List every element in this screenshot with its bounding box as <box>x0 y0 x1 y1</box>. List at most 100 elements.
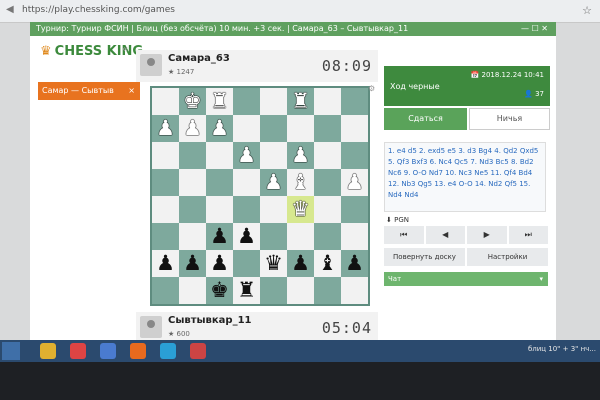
move-list[interactable]: 1. e4 d5 2. exd5 e5 3. d3 Bg4 4. Qd2 Qxd… <box>384 142 546 212</box>
board-square[interactable] <box>287 115 314 142</box>
board-square[interactable] <box>287 277 314 304</box>
bottom-player-name[interactable]: Сывтывкар_11 <box>168 315 252 326</box>
settings-button[interactable]: Настройки <box>467 248 548 266</box>
chat-toggle[interactable]: Чат ▾ <box>384 272 548 286</box>
chrome-icon[interactable] <box>70 343 86 359</box>
first-move-button[interactable]: ⏮ <box>384 226 424 244</box>
board-square[interactable] <box>341 88 368 115</box>
last-move-button[interactable]: ⏭ <box>508 226 548 244</box>
board-square[interactable] <box>233 196 260 223</box>
white-pawn-piece[interactable]: ♟ <box>341 169 368 196</box>
board-square[interactable] <box>341 223 368 250</box>
flip-board-button[interactable]: Повернуть доску <box>384 248 465 266</box>
board-square[interactable] <box>314 115 341 142</box>
board-square[interactable] <box>206 196 233 223</box>
white-pawn-piece[interactable]: ♟ <box>152 115 179 142</box>
black-pawn-piece[interactable]: ♟ <box>341 250 368 277</box>
black-rook-piece[interactable]: ♜ <box>233 277 260 304</box>
white-pawn-piece[interactable]: ♟ <box>233 142 260 169</box>
board-square[interactable] <box>314 196 341 223</box>
white-pawn-piece[interactable]: ♟ <box>260 169 287 196</box>
bookmark-star-icon[interactable]: ☆ <box>582 4 592 17</box>
white-pawn-piece[interactable]: ♟ <box>206 115 233 142</box>
offer-draw-button[interactable]: Ничья <box>469 108 550 130</box>
board-square[interactable] <box>314 277 341 304</box>
window-controls[interactable]: — ☐ ✕ <box>521 22 548 36</box>
board-square[interactable] <box>152 223 179 250</box>
file-explorer-icon[interactable] <box>40 343 56 359</box>
close-icon[interactable]: × <box>128 82 135 100</box>
board-square[interactable] <box>260 223 287 250</box>
board-square[interactable] <box>314 169 341 196</box>
board-square[interactable] <box>206 169 233 196</box>
white-pawn-piece[interactable]: ♟ <box>287 142 314 169</box>
browser-address-bar[interactable]: ◀ https://play.chessking.com/games ☆ <box>0 0 600 23</box>
board-square[interactable] <box>233 250 260 277</box>
avatar <box>140 316 162 338</box>
board-square[interactable] <box>233 88 260 115</box>
black-pawn-piece[interactable]: ♟ <box>206 223 233 250</box>
white-queen-piece[interactable]: ♛ <box>287 196 314 223</box>
active-game-tab[interactable]: Самар — Сывтыв × <box>38 82 140 100</box>
resign-button[interactable]: Сдаться <box>384 108 467 130</box>
skype-icon[interactable] <box>160 343 176 359</box>
board-square[interactable] <box>341 277 368 304</box>
firefox-icon[interactable] <box>130 343 146 359</box>
url-text[interactable]: https://play.chessking.com/games <box>22 5 175 15</box>
black-pawn-piece[interactable]: ♟ <box>287 250 314 277</box>
black-pawn-piece[interactable]: ♟ <box>206 250 233 277</box>
white-bishop-piece[interactable]: ♝ <box>287 169 314 196</box>
board-square[interactable] <box>152 169 179 196</box>
board-square[interactable] <box>179 169 206 196</box>
next-move-button[interactable]: ▶ <box>467 226 507 244</box>
black-queen-piece[interactable]: ♛ <box>260 250 287 277</box>
board-square[interactable] <box>314 142 341 169</box>
pgn-download[interactable]: ⬇ PGN <box>386 216 409 224</box>
black-bishop-piece[interactable]: ♝ <box>314 250 341 277</box>
board-square[interactable] <box>260 88 287 115</box>
app-icon[interactable] <box>100 343 116 359</box>
black-pawn-piece[interactable]: ♟ <box>233 223 260 250</box>
chess-app: ♛ CHESS KING « Самар — Сывтыв × Самара_63… <box>30 36 556 355</box>
chess-board[interactable]: ♚ ♜ ♜ ♟ ♟ ♟ ♟ ♟ ♟ ♝ ♟ ♛ ♟ ♟ ♟ ♟ ♟ ♛ ♟ ♝ ♟ ♚ ♜ <box>150 86 370 306</box>
board-square[interactable] <box>206 142 233 169</box>
chrome-window-icon[interactable] <box>190 343 206 359</box>
black-king-piece[interactable]: ♚ <box>206 277 233 304</box>
gear-icon[interactable]: ⚙ <box>368 84 375 93</box>
board-square[interactable] <box>314 88 341 115</box>
white-pawn-piece[interactable]: ♟ <box>179 115 206 142</box>
board-square[interactable] <box>260 142 287 169</box>
top-player-name[interactable]: Самара_63 <box>168 53 230 64</box>
board-square[interactable] <box>179 196 206 223</box>
board-square[interactable] <box>341 196 368 223</box>
avatar <box>140 54 162 76</box>
board-square[interactable] <box>179 142 206 169</box>
back-icon[interactable]: ◀ <box>6 4 14 15</box>
board-square[interactable] <box>233 169 260 196</box>
board-square[interactable] <box>152 88 179 115</box>
board-square[interactable] <box>287 223 314 250</box>
board-square[interactable] <box>179 277 206 304</box>
board-square[interactable] <box>233 115 260 142</box>
board-square[interactable] <box>314 223 341 250</box>
black-pawn-piece[interactable]: ♟ <box>152 250 179 277</box>
board-square[interactable] <box>152 277 179 304</box>
taskbar-window-title[interactable]: блиц 10" + 3" нч... <box>528 345 596 353</box>
bottom-player-clock: 05:04 <box>321 319 372 337</box>
board-square[interactable] <box>260 277 287 304</box>
white-king-piece[interactable]: ♚ <box>179 88 206 115</box>
crown-icon: ♛ <box>40 44 52 59</box>
start-button[interactable] <box>2 342 20 360</box>
prev-move-button[interactable]: ◀ <box>425 226 465 244</box>
white-rook-piece[interactable]: ♜ <box>287 88 314 115</box>
board-square[interactable] <box>152 196 179 223</box>
collapse-sidebar-icon[interactable]: « <box>122 44 128 55</box>
board-square[interactable] <box>260 115 287 142</box>
white-rook-piece[interactable]: ♜ <box>206 88 233 115</box>
black-pawn-piece[interactable]: ♟ <box>179 250 206 277</box>
board-square[interactable] <box>341 115 368 142</box>
board-square[interactable] <box>179 223 206 250</box>
board-square[interactable] <box>341 142 368 169</box>
board-square[interactable] <box>260 196 287 223</box>
board-square[interactable] <box>152 142 179 169</box>
